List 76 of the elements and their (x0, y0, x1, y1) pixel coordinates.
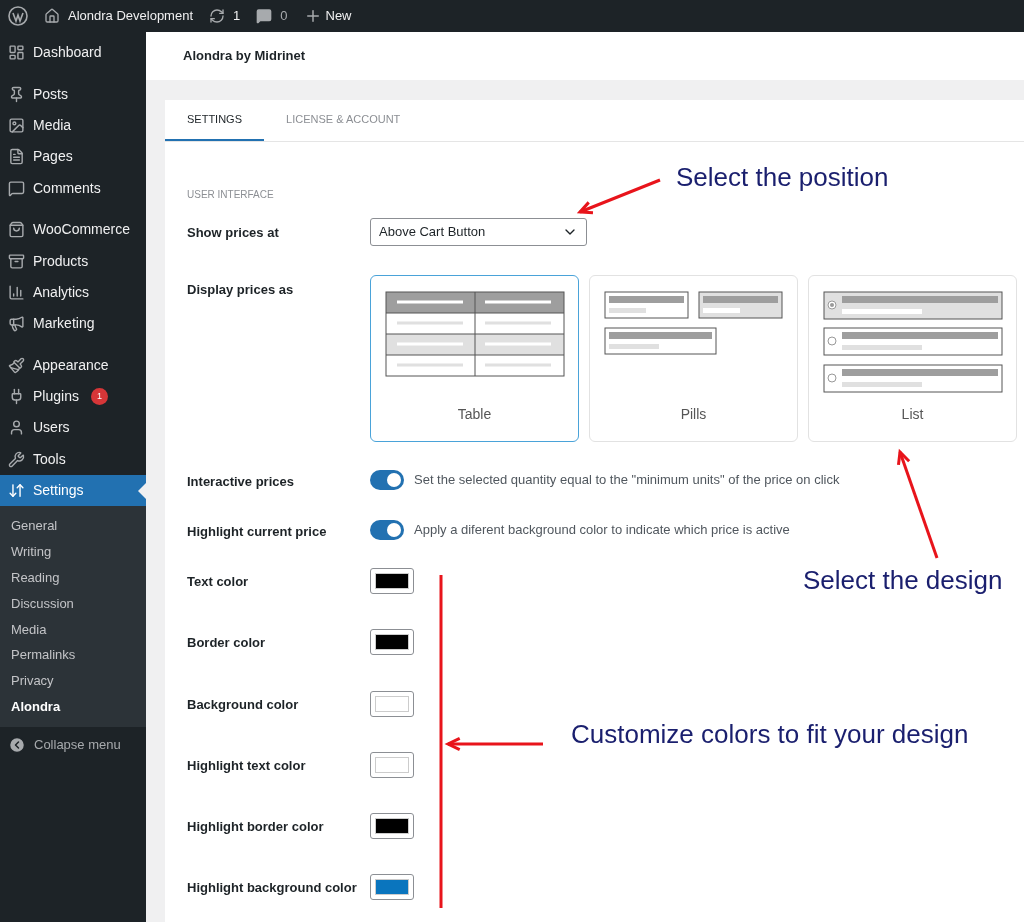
speech-bubble-icon (256, 8, 273, 24)
toggle-switch[interactable] (370, 520, 404, 540)
submenu-item[interactable]: Writing (0, 539, 146, 566)
toggle-description: Apply a diferent background color to indicate which price is active (414, 521, 790, 540)
submenu-item[interactable]: Alondra (0, 694, 146, 720)
section-heading: USER INTERFACE (187, 188, 274, 202)
color-picker[interactable] (370, 629, 414, 656)
submenu-item[interactable]: Media (0, 616, 146, 643)
megaphone-icon (8, 315, 25, 333)
toggle-description: Set the selected quantity equal to the "minimum units" of the price on click (414, 471, 840, 490)
field-label: Border color (187, 634, 266, 653)
sidebar-item[interactable]: WooCommerce (0, 213, 146, 246)
color-picker[interactable] (370, 813, 414, 840)
page-title: Alondra by Midrinet (183, 47, 306, 66)
field-label: Text color (187, 573, 250, 591)
submenu-item[interactable]: Permalinks (0, 642, 146, 669)
speech-bubble-icon (8, 179, 25, 197)
gauge-icon (8, 44, 25, 62)
sidebar-item[interactable]: Users (0, 412, 146, 444)
tab[interactable]: SETTINGS (165, 100, 264, 141)
submenu-item[interactable]: Discussion (0, 590, 146, 617)
sidebar-item[interactable]: Analytics (0, 276, 146, 309)
site-link[interactable]: Alondra Development (44, 6, 194, 26)
callout-text: Select the position (676, 164, 889, 190)
bag-icon (8, 221, 25, 239)
toggle-switch[interactable] (370, 470, 404, 490)
sidebar-item[interactable]: Media (0, 109, 146, 142)
field-label: Highlight text color (187, 756, 307, 775)
color-picker[interactable] (370, 874, 414, 901)
user-icon (8, 419, 25, 437)
field-label: Highlight background color (187, 879, 358, 898)
submenu-item[interactable]: Privacy (0, 668, 146, 695)
comments-link[interactable]: 0 (256, 6, 288, 26)
updates-link[interactable]: 1 (209, 6, 241, 26)
color-picker[interactable] (370, 568, 414, 594)
field-label: Show prices at (187, 224, 280, 242)
sidebar-item[interactable]: Comments (0, 172, 146, 204)
color-picker[interactable] (370, 690, 414, 717)
sidebar-item[interactable]: Marketing (0, 308, 146, 340)
page-icon (8, 148, 25, 166)
collapse-icon (8, 735, 26, 754)
new-link[interactable]: New (303, 6, 352, 26)
home-icon (44, 8, 60, 24)
sidebar-item[interactable]: Dashboard (0, 37, 146, 69)
count-badge: 1 (90, 388, 108, 406)
logo-icon[interactable] (8, 6, 28, 26)
sidebar-item[interactable]: Plugins 1 (0, 380, 146, 413)
sliders-icon (8, 482, 25, 500)
field-label: Display prices as (187, 281, 295, 299)
submenu-item[interactable]: Reading (0, 565, 146, 591)
field-label: Background color (187, 695, 300, 714)
sidebar-item[interactable]: Products (0, 245, 146, 277)
submenu-item[interactable]: General (0, 513, 146, 540)
sidebar-item[interactable]: Pages (0, 141, 146, 173)
pin-icon (8, 85, 25, 103)
color-picker[interactable] (370, 751, 414, 778)
wrench-icon (8, 450, 25, 468)
sidebar-item[interactable]: Posts (0, 78, 146, 110)
callout-text: Select the design (803, 567, 1003, 593)
collapse-menu[interactable]: Collapse menu (0, 726, 146, 763)
field-label: Interactive prices (187, 473, 295, 491)
sidebar-item[interactable]: Settings (0, 475, 146, 507)
design-option[interactable]: Pills (589, 275, 798, 442)
brush-icon (8, 356, 25, 374)
bar-chart-icon (8, 283, 25, 301)
field-label: Highlight border color (187, 818, 325, 837)
sidebar-item[interactable]: Tools (0, 443, 146, 476)
refresh-icon (209, 8, 226, 24)
field-label: Highlight current price (187, 523, 328, 541)
sidebar-item[interactable]: Appearance (0, 349, 146, 381)
callout-text: Customize colors to fit your design (571, 721, 969, 747)
position-dropdown[interactable]: Above Cart Button (370, 218, 587, 246)
design-option[interactable]: List (808, 275, 1017, 442)
image-icon (8, 116, 25, 134)
design-option[interactable]: Table (370, 275, 579, 442)
box-icon (8, 252, 25, 270)
